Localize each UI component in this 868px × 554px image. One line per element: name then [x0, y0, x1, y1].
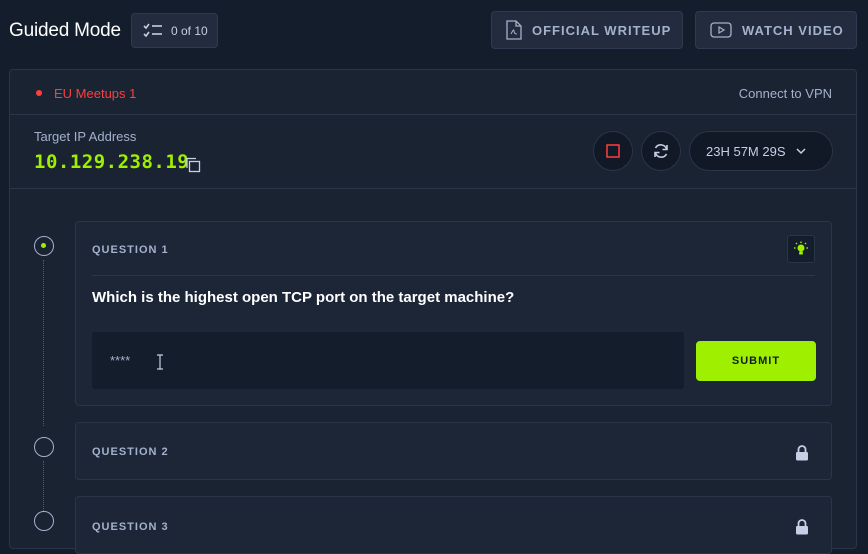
target-ip-label: Target IP Address	[34, 129, 137, 144]
question-1-label: QUESTION 1	[92, 244, 169, 256]
question-2-label: QUESTION 2	[92, 446, 169, 458]
stop-machine-button[interactable]	[593, 131, 633, 171]
progress-count: 0 of 10	[171, 23, 208, 38]
official-writeup-label: OFFICIAL WRITEUP	[532, 22, 672, 38]
play-video-icon	[710, 22, 732, 38]
machine-timer: 23H 57M 29S	[706, 143, 786, 159]
answer-input[interactable]	[92, 332, 684, 389]
question-progress-chip[interactable]: 0 of 10	[131, 13, 218, 48]
pdf-document-icon	[506, 20, 522, 40]
question-divider	[92, 275, 815, 276]
target-ip-value: 10.129.238.19	[34, 151, 190, 173]
machine-name: EU Meetups 1	[54, 86, 137, 101]
question-3-step-indicator	[34, 511, 54, 531]
hint-button[interactable]	[787, 235, 815, 263]
checklist-icon	[143, 23, 162, 37]
stop-icon	[606, 144, 620, 158]
chevron-down-icon	[795, 148, 806, 155]
refresh-icon	[654, 144, 668, 158]
watch-video-button[interactable]: WATCH VIDEO	[695, 11, 857, 49]
lightbulb-hint-icon	[794, 241, 808, 255]
top-bar: Guided Mode 0 of 10 OFFICIAL WRITEUP WAT…	[0, 0, 868, 62]
machine-status-row: EU Meetups 1 Connect to VPN	[10, 70, 856, 115]
text-cursor-icon	[157, 354, 163, 370]
timeline-connector	[43, 461, 44, 511]
copy-icon[interactable]	[185, 157, 201, 173]
watch-video-label: WATCH VIDEO	[742, 22, 844, 38]
connect-vpn-link[interactable]: Connect to VPN	[739, 86, 832, 101]
reset-machine-button[interactable]	[641, 131, 681, 171]
lock-icon	[796, 445, 808, 461]
question-3-label: QUESTION 3	[92, 521, 169, 533]
submit-button[interactable]: SUBMIT	[696, 341, 816, 381]
target-ip-row: Target IP Address 10.129.238.19 23H 57M …	[10, 116, 856, 189]
machine-panel: EU Meetups 1 Connect to VPN Target IP Ad…	[9, 69, 857, 554]
question-1-text: Which is the highest open TCP port on th…	[92, 289, 515, 306]
official-writeup-button[interactable]: OFFICIAL WRITEUP	[491, 11, 683, 49]
question-3-card[interactable]: QUESTION 3	[75, 496, 832, 554]
question-1-card: QUESTION 1 Which is the highest open TCP…	[75, 221, 832, 406]
machine-timer-button[interactable]: 23H 57M 29S	[689, 131, 833, 171]
mode-title: Guided Mode	[9, 20, 121, 41]
status-dot	[36, 90, 42, 96]
timeline-connector	[43, 260, 44, 426]
question-2-card[interactable]: QUESTION 2	[75, 422, 832, 480]
question-2-step-indicator	[34, 437, 54, 457]
question-1-step-indicator	[34, 236, 54, 256]
